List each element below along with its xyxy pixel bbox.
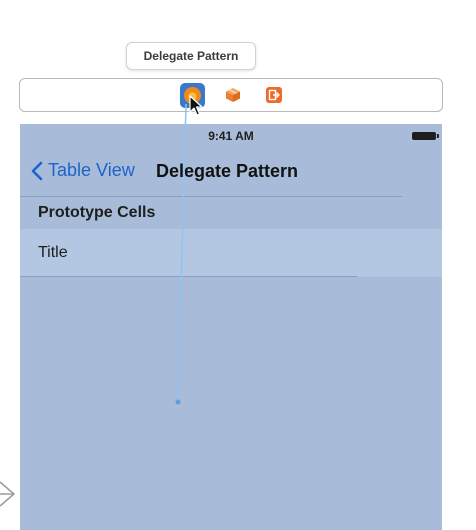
cell-separator	[20, 276, 358, 277]
section-header: Prototype Cells	[38, 204, 156, 221]
tooltip-text: Delegate Pattern	[143, 49, 239, 63]
first-responder-icon[interactable]	[225, 87, 241, 103]
tooltip: Delegate Pattern	[126, 42, 256, 70]
storyboard-canvas: Delegate Pattern 9:41 AM Table View Dele…	[0, 0, 476, 530]
navigation-bar: Table View Delegate Pattern	[20, 148, 442, 196]
back-button[interactable]: Table View	[30, 160, 135, 181]
back-button-label: Table View	[48, 160, 135, 180]
status-bar: 9:41 AM	[20, 124, 442, 148]
view-controller-scene[interactable]: 9:41 AM Table View Delegate Pattern Prot…	[20, 124, 442, 530]
battery-icon	[412, 132, 439, 140]
status-time: 9:41 AM	[208, 129, 254, 143]
cell-title: Title	[38, 244, 68, 261]
chevron-left-icon	[31, 161, 43, 180]
entry-point-arrow-icon	[0, 481, 16, 507]
exit-icon[interactable]	[266, 87, 282, 103]
table-cell[interactable]: Title	[20, 229, 442, 277]
navigation-title: Delegate Pattern	[156, 161, 299, 181]
exit-arrow-icon	[268, 89, 280, 101]
scene-dock	[19, 78, 443, 112]
cursor-icon	[189, 95, 203, 116]
